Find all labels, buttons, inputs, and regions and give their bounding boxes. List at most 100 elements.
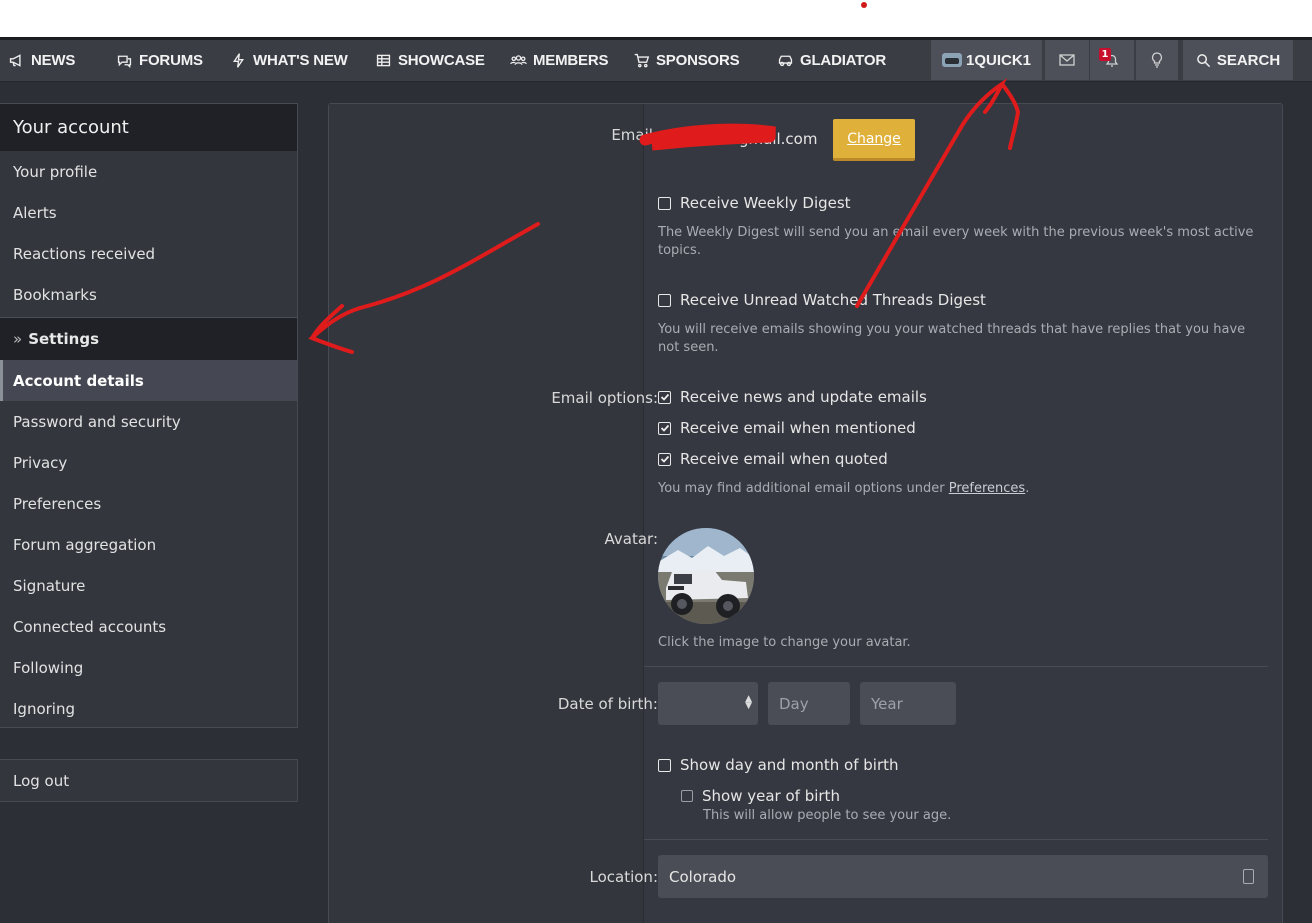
sidebar-section-label: Settings (28, 330, 99, 348)
checkbox-unchecked-icon (658, 758, 671, 772)
sidebar-item-account-details[interactable]: Account details (0, 360, 297, 401)
sidebar-item-preferences[interactable]: Preferences (0, 483, 297, 524)
logout-button[interactable]: Log out (0, 759, 298, 802)
sidebar-item-alerts[interactable]: Alerts (0, 192, 297, 233)
location-value: Colorado (669, 867, 737, 886)
nav-members-label: MEMBERS (533, 51, 609, 69)
sidebar-title: Your account (0, 104, 297, 151)
unread-digest-label: Receive Unread Watched Threads Digest (680, 291, 986, 309)
sidebar-item-your-profile[interactable]: Your profile (0, 151, 297, 192)
user-avatar-icon (941, 53, 962, 67)
nav-forums-label: FORUMS (139, 51, 203, 69)
nav-sponsors[interactable]: SPONSORS (633, 40, 740, 80)
change-email-button[interactable]: Change (833, 119, 915, 161)
show-dob-label: Show day and month of birth (680, 756, 899, 774)
envelope-icon (1059, 54, 1075, 66)
username-label: 1QUICK1 (965, 51, 1032, 69)
checkbox-unchecked-icon (681, 790, 693, 802)
preferences-link[interactable]: Preferences (949, 481, 1025, 496)
quoted-emails-checkbox[interactable]: Receive email when quoted (658, 450, 888, 468)
sidebar-item-privacy[interactable]: Privacy (0, 442, 297, 483)
dob-label: Date of birth: (557, 695, 658, 713)
nav-sponsors-label: SPONSORS (656, 51, 740, 69)
main-navbar: NEWS FORUMS WHAT'S NEW SHOWCASE MEMBERS … (0, 40, 1312, 82)
info-icon (1243, 869, 1254, 884)
weekly-digest-hint: The Weekly Digest will send you an email… (658, 225, 1254, 258)
email-value: gmail.com (739, 130, 818, 148)
birth-day-input[interactable]: Day (768, 682, 850, 725)
nav-showcase[interactable]: SHOWCASE (375, 40, 485, 80)
unread-digest-checkbox[interactable]: Receive Unread Watched Threads Digest (658, 291, 986, 309)
mentioned-emails-label: Receive email when mentioned (680, 419, 916, 437)
truck-icon (778, 55, 793, 66)
email-options-label: Email options: (551, 389, 658, 407)
label-column (329, 104, 644, 923)
location-label: Location: (589, 868, 659, 886)
quoted-emails-label: Receive email when quoted (680, 450, 888, 468)
alerts-button[interactable]: 1 (1090, 40, 1134, 80)
show-year-hint: This will allow people to see your age. (703, 808, 952, 823)
inbox-button[interactable] (1045, 40, 1089, 80)
section-divider (644, 839, 1268, 840)
avatar-image[interactable] (658, 528, 754, 624)
select-arrows-icon: ▲ ▼ (745, 694, 752, 711)
show-year-label: Show year of birth (702, 787, 840, 805)
section-divider (644, 666, 1268, 667)
sidebar-item-forum-aggregation[interactable]: Forum aggregation (0, 524, 297, 565)
search-icon (1196, 53, 1210, 67)
email-options-hint: You may find additional email options un… (658, 480, 1029, 498)
weekly-digest-label: Receive Weekly Digest (680, 194, 851, 212)
search-button[interactable]: SEARCH (1183, 40, 1293, 80)
nav-news-label: NEWS (31, 51, 76, 69)
checkbox-checked-icon (658, 390, 671, 404)
weekly-digest-checkbox[interactable]: Receive Weekly Digest (658, 194, 851, 212)
news-emails-label: Receive news and update emails (680, 388, 927, 406)
search-label: SEARCH (1216, 51, 1281, 69)
checkbox-unchecked-icon (658, 196, 671, 210)
location-input[interactable]: Colorado (658, 855, 1268, 898)
megaphone-icon (9, 53, 21, 67)
alerts-count-badge: 1 (1099, 48, 1111, 61)
email-options-hint-suffix: . (1025, 481, 1030, 496)
red-dot-mark (861, 2, 867, 8)
sidebar-item-connected-accounts[interactable]: Connected accounts (0, 606, 297, 647)
sidebar-item-bookmarks[interactable]: Bookmarks (0, 274, 297, 315)
bolt-icon (232, 52, 245, 68)
table-icon (376, 54, 391, 66)
nav-members[interactable]: MEMBERS (510, 40, 608, 80)
lightbulb-icon (1151, 52, 1163, 68)
browser-top-strip (0, 0, 1312, 38)
nav-whats-new-label: WHAT'S NEW (253, 51, 348, 69)
double-chevron-icon: » (13, 330, 23, 348)
sidebar-section-settings: » Settings (0, 317, 297, 360)
nav-gladiator[interactable]: GLADIATOR (777, 40, 886, 80)
comments-icon (117, 55, 132, 68)
user-menu[interactable]: 1QUICK1 (931, 40, 1042, 80)
unread-digest-hint: You will receive emails showing you your… (658, 322, 1246, 355)
show-dob-checkbox[interactable]: Show day and month of birth (658, 756, 899, 774)
birth-year-input[interactable]: Year (860, 682, 956, 725)
nav-forums[interactable]: FORUMS (116, 40, 203, 80)
avatar-label: Avatar: (604, 530, 658, 548)
checkbox-checked-icon (658, 421, 671, 435)
sidebar-item-reactions-received[interactable]: Reactions received (0, 233, 297, 274)
whats-new-bulb-button[interactable] (1136, 40, 1178, 80)
account-sidebar: Your account Your profile Alerts Reactio… (0, 103, 298, 728)
shopping-cart-icon (634, 53, 650, 67)
show-year-checkbox[interactable]: Show year of birth (681, 787, 840, 805)
jeep-avatar-icon (658, 528, 754, 624)
sidebar-item-ignoring[interactable]: Ignoring (0, 688, 297, 729)
nav-whats-new[interactable]: WHAT'S NEW (230, 40, 348, 80)
mentioned-emails-checkbox[interactable]: Receive email when mentioned (658, 419, 916, 437)
nav-news[interactable]: NEWS (8, 40, 75, 80)
email-label: Email: (611, 126, 658, 144)
birth-month-select[interactable]: ▲ ▼ (658, 682, 758, 725)
users-icon (510, 54, 527, 65)
email-options-hint-prefix: You may find additional email options un… (658, 481, 949, 496)
checkbox-checked-icon (658, 452, 671, 466)
news-emails-checkbox[interactable]: Receive news and update emails (658, 388, 927, 406)
sidebar-item-signature[interactable]: Signature (0, 565, 297, 606)
sidebar-item-following[interactable]: Following (0, 647, 297, 688)
avatar-hint: Click the image to change your avatar. (658, 635, 911, 650)
sidebar-item-password-security[interactable]: Password and security (0, 401, 297, 442)
